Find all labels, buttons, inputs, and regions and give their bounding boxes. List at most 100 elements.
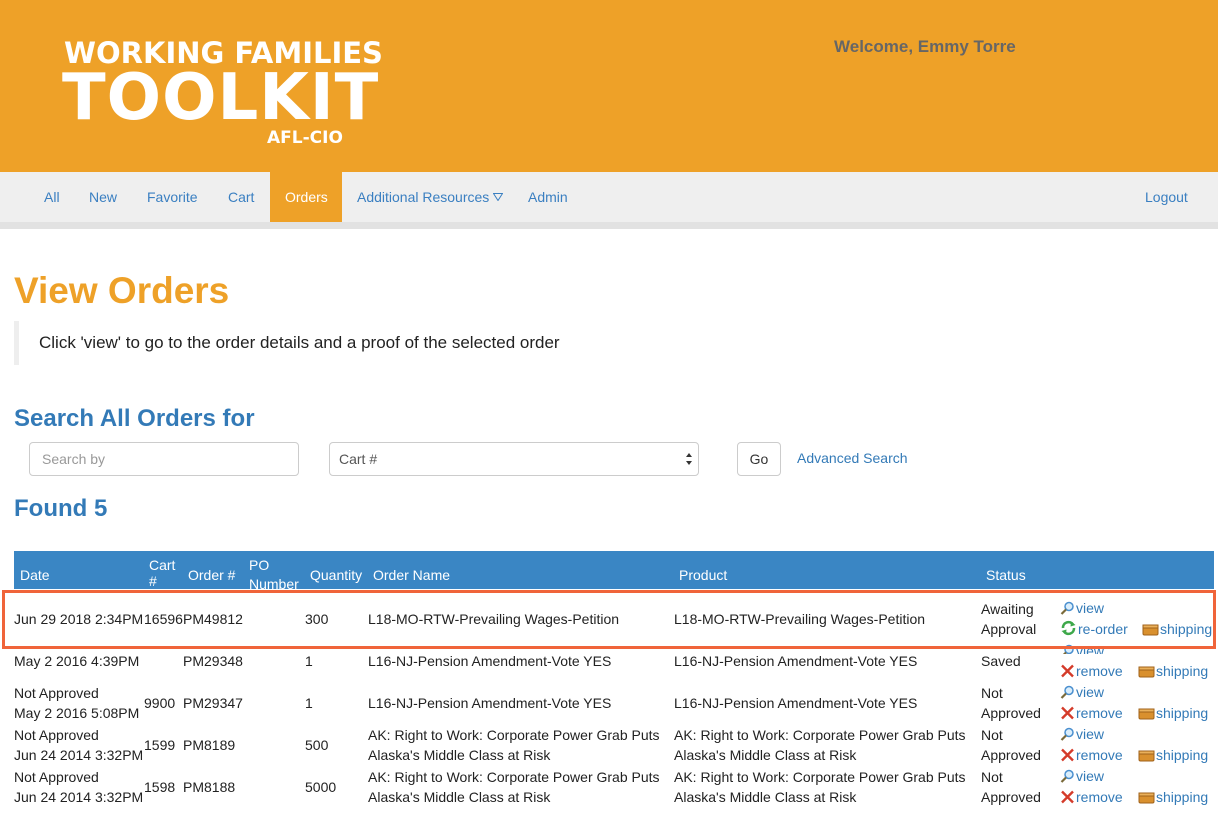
col-status[interactable]: Status — [986, 566, 1026, 584]
shipping-label: shipping — [1156, 663, 1209, 679]
row-product-2: Alaska's Middle Class at Risk — [674, 789, 857, 805]
col-order-number[interactable]: Order # — [188, 566, 235, 584]
row-quantity: 500 — [305, 737, 329, 753]
view-link[interactable]: view — [1060, 682, 1104, 702]
search-input[interactable] — [29, 442, 299, 476]
shipping-link[interactable]: shipping — [1138, 661, 1208, 681]
view-link[interactable]: view — [1060, 766, 1104, 786]
row-highlight-box — [2, 590, 1216, 649]
row-cart: 9900 — [144, 695, 176, 711]
row-quantity: 1 — [305, 695, 313, 711]
col-product[interactable]: Product — [679, 566, 727, 584]
row-order: PM8189 — [183, 737, 236, 753]
row-quantity: 5000 — [305, 779, 337, 795]
box-icon — [1138, 792, 1155, 804]
welcome-message: Welcome, Emmy Torre — [834, 37, 1016, 56]
row-quantity: 1 — [305, 653, 313, 669]
col-po-number: Number — [249, 576, 299, 589]
shipping-label: shipping — [1156, 747, 1209, 763]
nav-item-favorite[interactable]: Favorite — [147, 172, 198, 222]
view-label: view — [1076, 726, 1105, 742]
nav-item-orders[interactable]: Orders — [270, 172, 342, 222]
shipping-link[interactable]: shipping — [1138, 703, 1208, 723]
row-product: AK: Right to Work: Corporate Power Grab … — [674, 769, 966, 785]
row-product: L16-NJ-Pension Amendment-Vote YES — [674, 695, 918, 711]
row-prior-status: Not Approved — [14, 769, 99, 785]
col-quantity[interactable]: Quantity — [310, 566, 362, 584]
shipping-label: shipping — [1156, 789, 1209, 805]
remove-link[interactable]: remove — [1060, 745, 1123, 765]
row-status-2: Approved — [981, 705, 1041, 721]
row-date: Jun 24 2014 3:32PM — [14, 789, 144, 805]
row-product: L16-NJ-Pension Amendment-Vote YES — [674, 653, 918, 669]
remove-label: remove — [1076, 663, 1123, 679]
row-order: PM29348 — [183, 653, 243, 669]
go-button[interactable]: Go — [737, 442, 781, 476]
row-order-name: AK: Right to Work: Corporate Power Grab … — [368, 727, 660, 743]
row-order-name: L16-NJ-Pension Amendment-Vote YES — [368, 653, 612, 669]
row-status-2: Approved — [981, 789, 1041, 805]
select-value: Cart # — [339, 451, 378, 467]
nav-item-new[interactable]: New — [89, 172, 117, 222]
row-status: Not — [981, 727, 1003, 743]
row-order-name-2: Alaska's Middle Class at Risk — [368, 747, 551, 763]
row-product: AK: Right to Work: Corporate Power Grab … — [674, 727, 966, 743]
row-date: May 2 2016 4:39PM — [14, 653, 140, 669]
row-order: PM8188 — [183, 779, 236, 795]
search-field-select[interactable]: Cart # — [329, 442, 699, 476]
row-cart: 1599 — [144, 737, 176, 753]
row-date: May 2 2016 5:08PM — [14, 705, 140, 721]
nav-item-admin[interactable]: Admin — [528, 172, 568, 222]
magnifier-icon — [1060, 685, 1074, 699]
box-icon — [1138, 708, 1155, 720]
chevron-down-icon — [493, 192, 504, 201]
box-icon — [1138, 666, 1155, 678]
row-status: Not — [981, 685, 1003, 701]
logo-line-2: TOOLKIT — [62, 61, 380, 135]
row-product-2: Alaska's Middle Class at Risk — [674, 747, 857, 763]
view-label: view — [1076, 684, 1105, 700]
results-count: Found 5 — [14, 495, 108, 522]
orders-table-header: Date Cart # Order # PO Number Quantity O… — [14, 551, 1214, 589]
view-link[interactable]: view — [1060, 724, 1104, 744]
page-title: View Orders — [14, 270, 230, 311]
col-po[interactable]: PO — [249, 556, 269, 574]
nav-item-all[interactable]: All — [44, 172, 60, 222]
row-status: Saved — [981, 653, 1021, 669]
col-date[interactable]: Date — [20, 566, 50, 584]
page-instructions: Click 'view' to go to the order details … — [14, 321, 714, 365]
remove-label: remove — [1076, 789, 1123, 805]
view-label: view — [1076, 768, 1105, 784]
col-cart-hash: # — [149, 573, 157, 589]
row-status: Not — [981, 769, 1003, 785]
row-order-name-2: Alaska's Middle Class at Risk — [368, 789, 551, 805]
advanced-search-link[interactable]: Advanced Search — [797, 450, 908, 466]
shipping-link[interactable]: shipping — [1138, 787, 1208, 807]
remove-label: remove — [1076, 705, 1123, 721]
close-icon — [1061, 706, 1074, 720]
row-prior-status: Not Approved — [14, 685, 99, 701]
remove-link[interactable]: remove — [1060, 703, 1123, 723]
row-date: Jun 24 2014 3:32PM — [14, 747, 144, 763]
row-order-name: AK: Right to Work: Corporate Power Grab … — [368, 769, 660, 785]
col-order-name[interactable]: Order Name — [373, 566, 450, 584]
select-caret-icon — [686, 453, 692, 465]
magnifier-icon — [1060, 769, 1074, 783]
row-cart: 1598 — [144, 779, 176, 795]
remove-label: remove — [1076, 747, 1123, 763]
main-nav: All New Favorite Cart Orders Additional … — [0, 172, 1218, 229]
row-prior-status: Not Approved — [14, 727, 99, 743]
box-icon — [1138, 750, 1155, 762]
row-status-2: Approved — [981, 747, 1041, 763]
nav-item-additional-resources[interactable]: Additional Resources — [357, 172, 504, 222]
nav-item-cart[interactable]: Cart — [228, 172, 254, 222]
site-header: WORKING FAMILIES TOOLKIT AFL-CIO Welcome… — [0, 0, 1218, 172]
search-heading: Search All Orders for — [14, 405, 255, 432]
remove-link[interactable]: remove — [1060, 787, 1123, 807]
shipping-link[interactable]: shipping — [1138, 745, 1208, 765]
row-order: PM29347 — [183, 695, 243, 711]
magnifier-icon — [1060, 727, 1074, 741]
remove-link[interactable]: remove — [1060, 661, 1123, 681]
close-icon — [1061, 790, 1074, 804]
logout-link[interactable]: Logout — [1145, 172, 1188, 222]
